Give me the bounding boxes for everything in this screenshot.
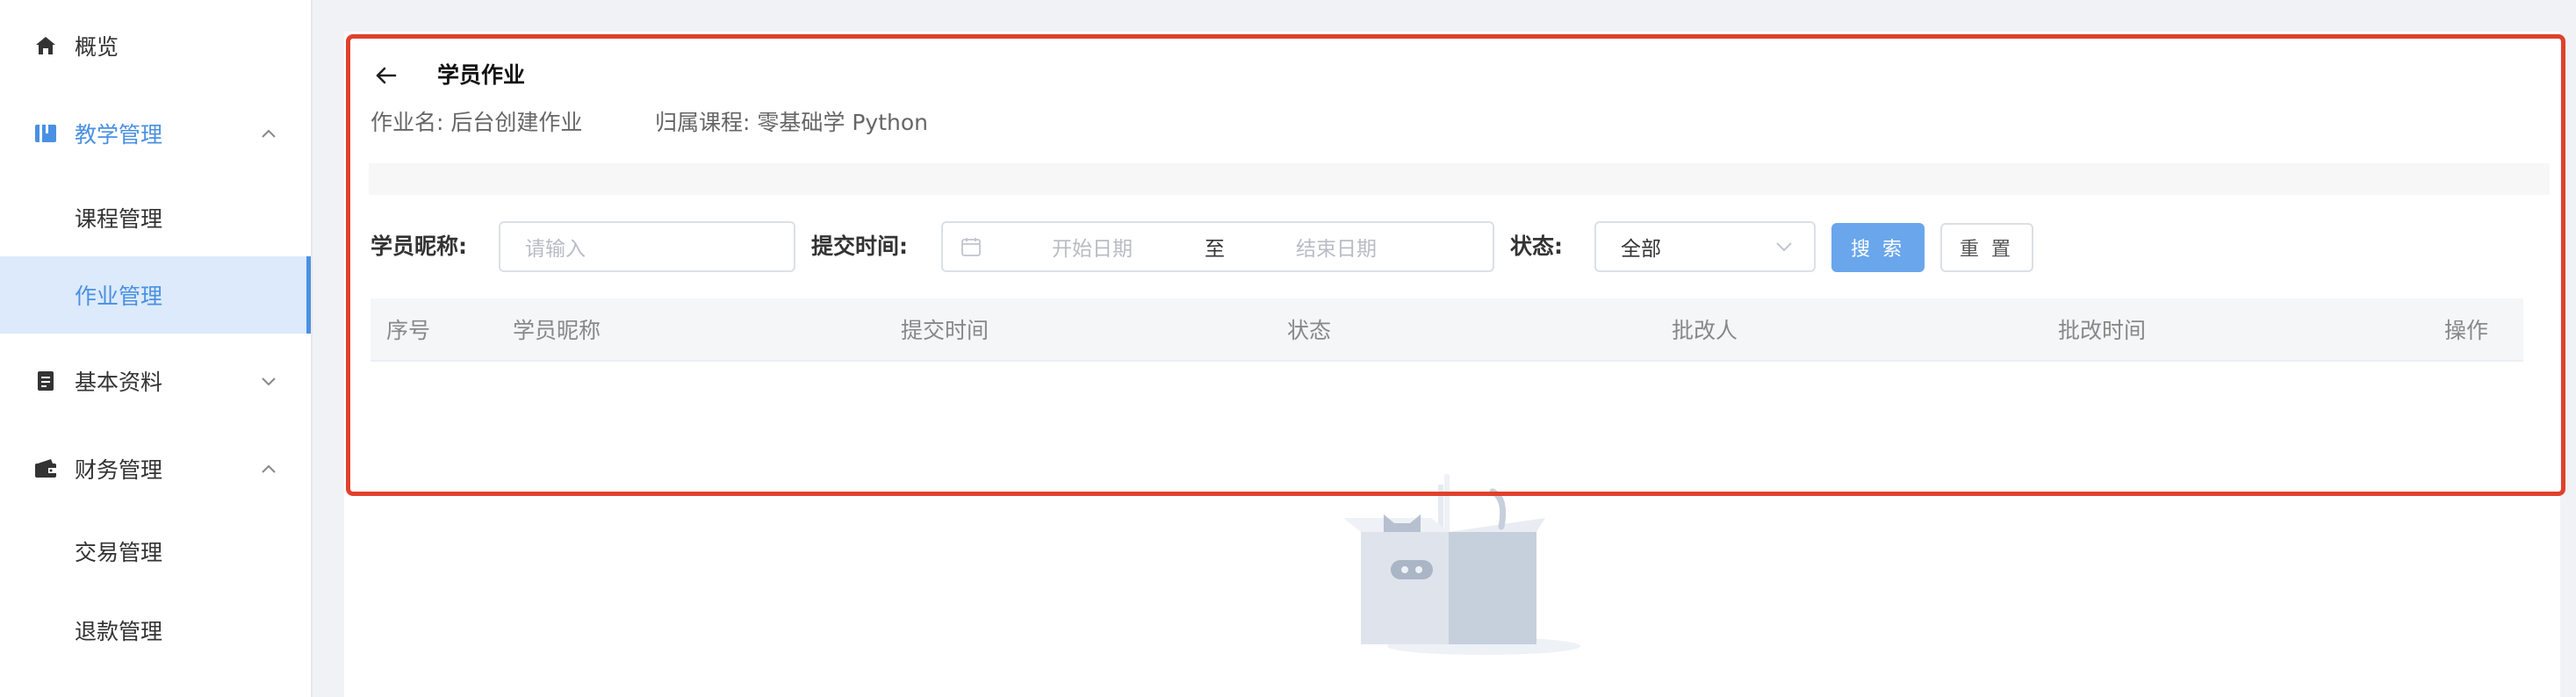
chevron-down-icon: [260, 372, 277, 390]
chevron-up-icon: [260, 125, 277, 142]
sidebar-item-overview[interactable]: 概览: [0, 25, 311, 67]
sidebar-item-label: 教学管理: [75, 122, 163, 147]
sidebar-subitem-homework[interactable]: 作业管理: [0, 256, 311, 334]
sidebar-item-basic-info[interactable]: 基本资料: [0, 360, 311, 402]
sidebar-item-label: 财务管理: [75, 457, 163, 483]
book-icon: [33, 121, 58, 146]
sidebar-item-label: 基本资料: [75, 370, 163, 395]
document-icon: [33, 369, 58, 393]
chevron-up-icon: [260, 460, 277, 478]
home-icon: [33, 33, 58, 58]
sidebar-item-label: 交易管理: [75, 540, 163, 565]
sidebar-subitem-course[interactable]: 课程管理: [0, 179, 311, 256]
sidebar-subitem-refunds[interactable]: 退款管理: [0, 592, 311, 669]
sidebar: 概览 教学管理 课程管理 作业管理 基本资料 财务管理 交易管理 退款管理: [0, 0, 313, 697]
sidebar-item-finance[interactable]: 财务管理: [0, 448, 311, 490]
sidebar-subitem-transactions[interactable]: 交易管理: [0, 513, 311, 590]
highlight-outline: [346, 34, 2565, 496]
sidebar-item-teaching[interactable]: 教学管理: [0, 112, 311, 154]
sidebar-item-label: 课程管理: [75, 206, 163, 232]
sidebar-item-label: 退款管理: [75, 619, 163, 644]
sidebar-item-label: 概览: [75, 34, 119, 60]
sidebar-item-label: 作业管理: [75, 284, 163, 309]
wallet-icon: [33, 456, 58, 481]
